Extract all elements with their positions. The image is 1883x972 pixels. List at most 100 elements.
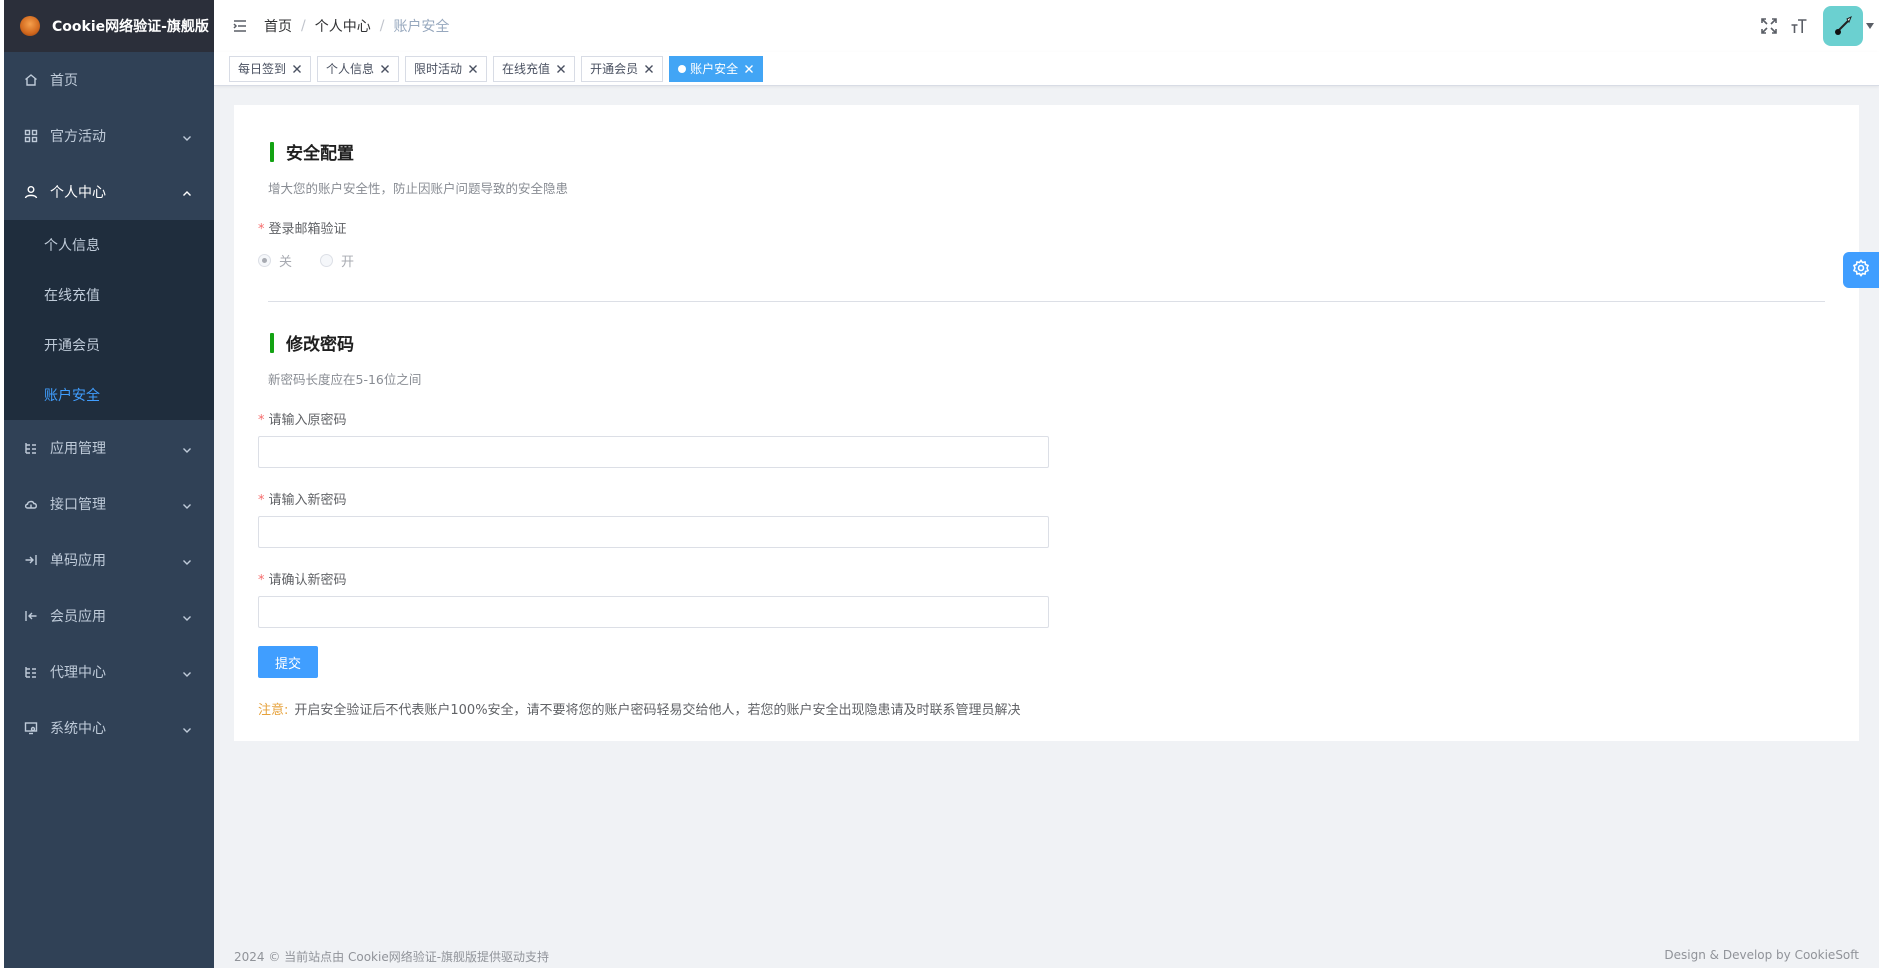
radio-circle[interactable]: [320, 254, 334, 267]
password-description: 新密码长度应在5-16位之间: [268, 372, 422, 387]
footer-copyright: 2024 © 当前站点由 Cookie网络验证-旗舰版提供驱动支持: [234, 950, 550, 964]
security-description: 增大您的账户安全性，防止因账户问题导致的安全隐患: [268, 181, 569, 196]
email-verify-label: * 登录邮箱验证: [258, 218, 347, 237]
new-password-input[interactable]: [258, 516, 1049, 548]
menu-fold-icon[interactable]: [232, 18, 248, 34]
sidebar-item-api-management[interactable]: 接口管理: [4, 476, 214, 532]
breadcrumb-home[interactable]: 首页: [264, 16, 292, 36]
notice-text: 开启安全验证后不代表账户100%安全，请不要将您的账户密码轻易交给他人，若您的账…: [294, 703, 1021, 718]
sidebar-item-activities[interactable]: 官方活动: [4, 108, 214, 164]
sidebar-item-single-code-app[interactable]: 单码应用: [4, 532, 214, 588]
sidebar-item-agent-center[interactable]: 代理中心: [4, 644, 214, 700]
required-mark: *: [258, 493, 265, 508]
footer-credits: Design & Develop by CookieSoft: [1664, 948, 1859, 962]
close-icon[interactable]: [292, 64, 302, 74]
chevron-down-icon: [182, 131, 192, 141]
monitor-icon: [24, 721, 38, 735]
tag-membership[interactable]: 开通会员: [581, 55, 664, 82]
cloud-icon: [24, 497, 38, 511]
sidebar-item-label: 单码应用: [50, 553, 106, 569]
tag-limited-activity[interactable]: 限时活动: [405, 55, 488, 82]
sidebar-item-personal-center[interactable]: 个人中心: [4, 164, 214, 220]
sidebar-item-label: 代理中心: [50, 665, 106, 681]
footer: 2024 © 当前站点由 Cookie网络验证-旗舰版提供驱动支持 Design…: [234, 948, 1859, 965]
close-icon[interactable]: [644, 64, 654, 74]
label-text: 请输入新密码: [268, 493, 347, 508]
sidebar-item-label: 个人中心: [50, 185, 106, 201]
sidebar-item-app-management[interactable]: 应用管理: [4, 420, 214, 476]
logo-bar[interactable]: Cookie网络验证-旗舰版: [4, 0, 214, 52]
sidebar-item-label: 接口管理: [50, 497, 106, 513]
font-size-icon[interactable]: [1789, 16, 1809, 36]
close-icon[interactable]: [468, 64, 478, 74]
sidebar-item-label: 应用管理: [50, 441, 106, 457]
settings-button[interactable]: [1843, 252, 1879, 288]
breadcrumb-separator: /: [379, 18, 385, 34]
chevron-down-icon: [182, 611, 192, 621]
tag-recharge[interactable]: 在线充值: [493, 55, 576, 82]
sidebar-item-system-center[interactable]: 系统中心: [4, 700, 214, 756]
tag-label: 开通会员: [590, 61, 639, 76]
sidebar-item-membership[interactable]: 开通会员: [4, 320, 214, 370]
avatar[interactable]: [1823, 6, 1863, 46]
tag-daily-checkin[interactable]: 每日签到: [229, 55, 312, 82]
submit-button[interactable]: 提交: [258, 646, 318, 678]
tag-label: 账户安全: [690, 61, 739, 76]
breadcrumb-personal-center[interactable]: 个人中心: [315, 16, 371, 36]
radio-label: 关: [279, 255, 293, 270]
grid-icon: [24, 129, 38, 143]
radio-label: 开: [341, 255, 355, 270]
sidebar: Cookie网络验证-旗舰版 首页 官方活动 个人中心 个人信息 在线充值 开通…: [4, 0, 214, 968]
sidebar-item-recharge[interactable]: 在线充值: [4, 270, 214, 320]
section-bar: [270, 332, 274, 353]
tags-view: 每日签到 个人信息 限时活动 在线充值 开通会员 账户安全: [214, 52, 1879, 86]
section-title-password: 修改密码: [270, 330, 354, 355]
confirm-password-input[interactable]: [258, 596, 1049, 628]
app-frame: Cookie网络验证-旗舰版 首页 官方活动 个人中心 个人信息 在线充值 开通…: [4, 0, 1879, 968]
tag-label: 每日签到: [238, 61, 287, 76]
close-icon[interactable]: [744, 64, 754, 74]
app-title: Cookie网络验证-旗舰版: [52, 19, 209, 35]
breadcrumb-separator: /: [301, 18, 306, 34]
close-icon[interactable]: [380, 64, 390, 74]
section-title-security: 安全配置: [270, 139, 354, 164]
radio-off[interactable]: 关: [258, 251, 292, 270]
section-title-text: 安全配置: [286, 144, 354, 164]
breadcrumb: 首页 / 个人中心 / 账户安全: [264, 16, 449, 36]
logo-icon: [20, 16, 40, 36]
label-text: 登录邮箱验证: [268, 222, 347, 237]
radio-circle[interactable]: [258, 254, 271, 267]
radio-on[interactable]: 开: [320, 251, 354, 270]
fullscreen-icon[interactable]: [1759, 16, 1779, 36]
old-password-input[interactable]: [258, 436, 1049, 468]
chevron-down-icon: [182, 723, 192, 733]
sidebar-item-home[interactable]: 首页: [4, 52, 214, 108]
caret-down-icon[interactable]: [1863, 6, 1877, 46]
tag-label: 个人信息: [326, 61, 375, 76]
chevron-up-icon: [182, 187, 192, 197]
tag-account-security[interactable]: 账户安全: [669, 55, 764, 82]
tree-icon: [24, 665, 38, 679]
required-mark: *: [258, 413, 265, 428]
tag-profile[interactable]: 个人信息: [317, 55, 400, 82]
sidebar-item-label: 系统中心: [50, 721, 106, 737]
gear-icon: [1852, 259, 1870, 281]
close-icon[interactable]: [556, 64, 566, 74]
divider: [268, 301, 1825, 302]
label-text: 请输入原密码: [268, 413, 347, 428]
sidebar-item-account-security[interactable]: 账户安全: [4, 370, 214, 420]
sidebar-item-label: 会员应用: [50, 609, 106, 625]
email-verify-radio-group: 关 开: [258, 251, 382, 270]
home-icon: [24, 73, 38, 87]
sidebar-item-profile[interactable]: 个人信息: [4, 220, 214, 270]
notice-label: 注意:: [258, 703, 289, 718]
chevron-down-icon: [182, 443, 192, 453]
sidebar-item-label: 首页: [50, 73, 78, 89]
new-password-label: * 请输入新密码: [258, 489, 347, 508]
sidebar-item-member-app[interactable]: 会员应用: [4, 588, 214, 644]
section-bar: [270, 141, 274, 162]
top-navbar: 首页 / 个人中心 / 账户安全: [214, 0, 1879, 52]
confirm-password-label: * 请确认新密码: [258, 569, 347, 588]
chevron-down-icon: [182, 667, 192, 677]
security-card: 安全配置 增大您的账户安全性，防止因账户问题导致的安全隐患 * 登录邮箱验证 关 …: [234, 105, 1859, 741]
